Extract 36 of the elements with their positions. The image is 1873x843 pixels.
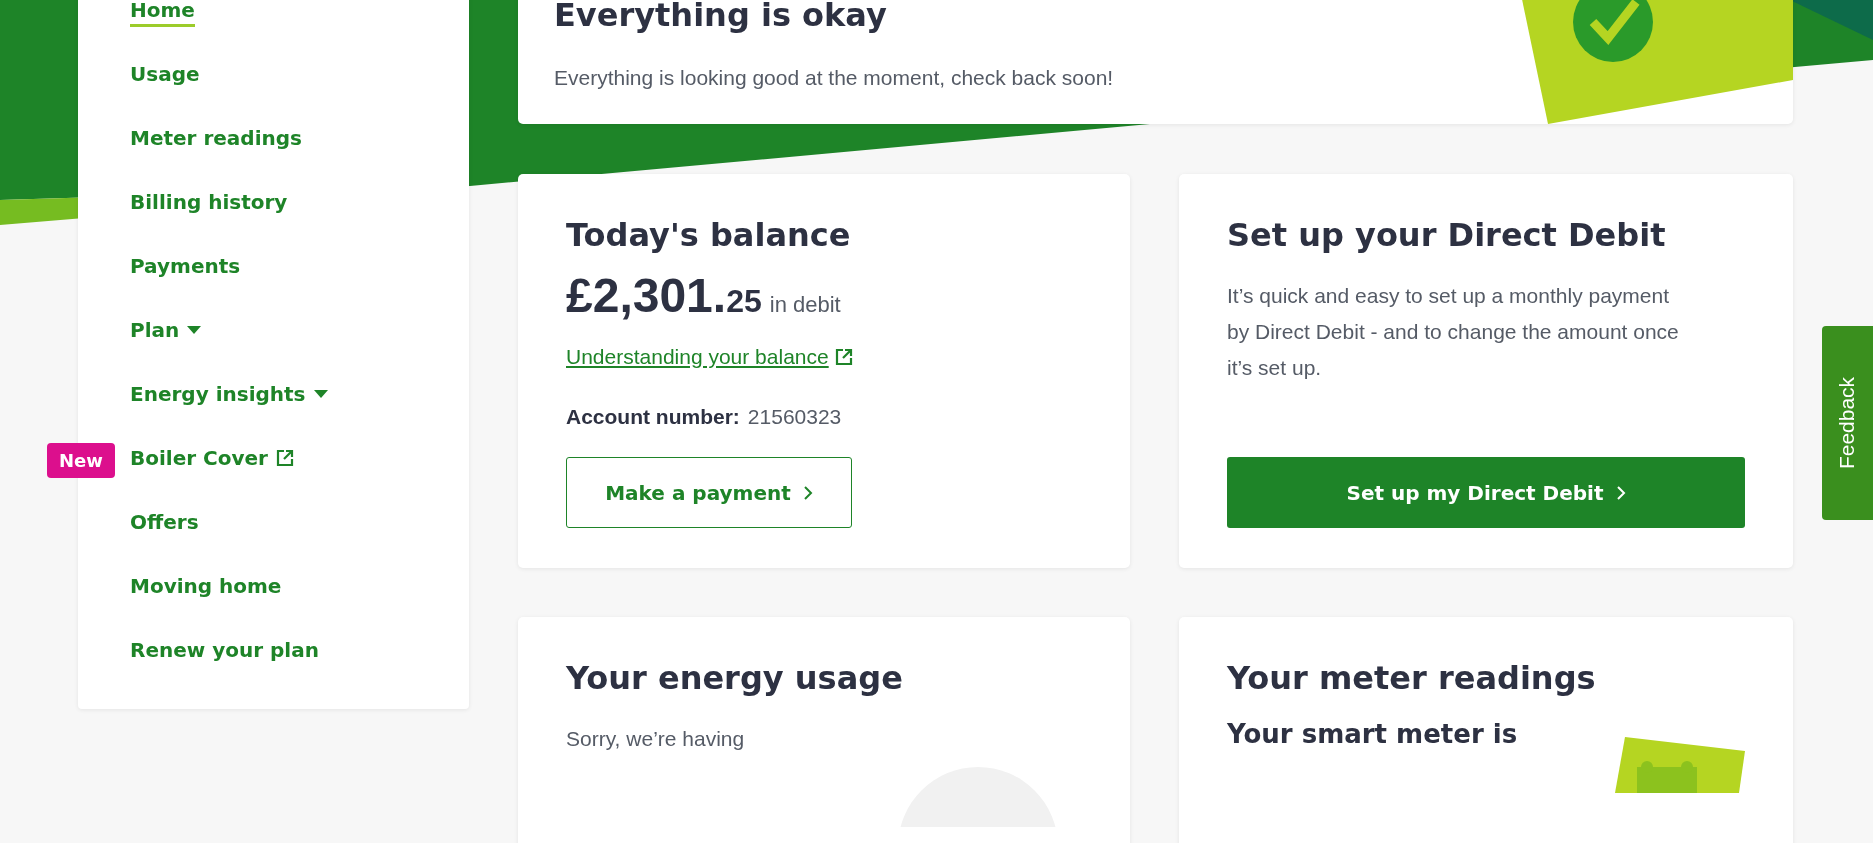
- feedback-tab[interactable]: Feedback: [1822, 326, 1873, 520]
- nav-link[interactable]: Energy insights: [130, 381, 328, 411]
- card-title: Today's balance: [566, 216, 852, 254]
- chevron-icon: [1615, 484, 1626, 501]
- nav-link[interactable]: Meter readings: [130, 125, 302, 155]
- direct-debit-button[interactable]: Set up my Direct Debit: [1227, 457, 1745, 528]
- balance-note: in debit: [769, 292, 841, 318]
- nav-link[interactable]: Boiler Cover: [130, 445, 294, 475]
- nav-link[interactable]: Billing history: [130, 189, 288, 219]
- nav-link[interactable]: Moving home: [130, 573, 282, 603]
- account-number: 21560323: [747, 405, 842, 429]
- caret-icon: [187, 325, 202, 334]
- make-payment-button[interactable]: Make a payment: [566, 457, 852, 528]
- nav-link[interactable]: Home: [130, 0, 195, 27]
- status-title: Everything is okay: [554, 0, 888, 34]
- account-label: Account number:: [566, 405, 740, 429]
- nav-link[interactable]: Renew your plan: [130, 637, 319, 667]
- meter-icon: [1615, 737, 1745, 793]
- balance-link[interactable]: Understanding your balance: [566, 345, 829, 369]
- status-message: Everything is looking good at the moment, check back soon!: [554, 66, 1115, 90]
- nav-link[interactable]: Plan: [130, 317, 202, 347]
- new-badge: New: [47, 442, 115, 478]
- external-link-icon: [275, 448, 294, 467]
- card-title: Set up your Direct Debit: [1227, 216, 1667, 254]
- card-text: Sorry, we’re having: [566, 726, 746, 752]
- chevron-icon: [802, 484, 813, 501]
- nav-link[interactable]: Usage: [130, 61, 200, 91]
- nav-link[interactable]: Payments: [130, 253, 241, 283]
- card-title: Your meter readings: [1227, 659, 1597, 697]
- caret-icon: [313, 389, 328, 398]
- external-link-icon: [834, 348, 853, 366]
- balance-amount: £2,301.25: [566, 268, 762, 323]
- card-title: Your energy usage: [566, 659, 904, 697]
- nav-link[interactable]: Offers: [130, 509, 199, 539]
- card-text: It’s quick and easy to set up a monthly payment by Direct Debit - and to change the amount once it’s set up.: [1227, 283, 1680, 381]
- card-subtitle: Your smart meter is: [1227, 719, 1519, 749]
